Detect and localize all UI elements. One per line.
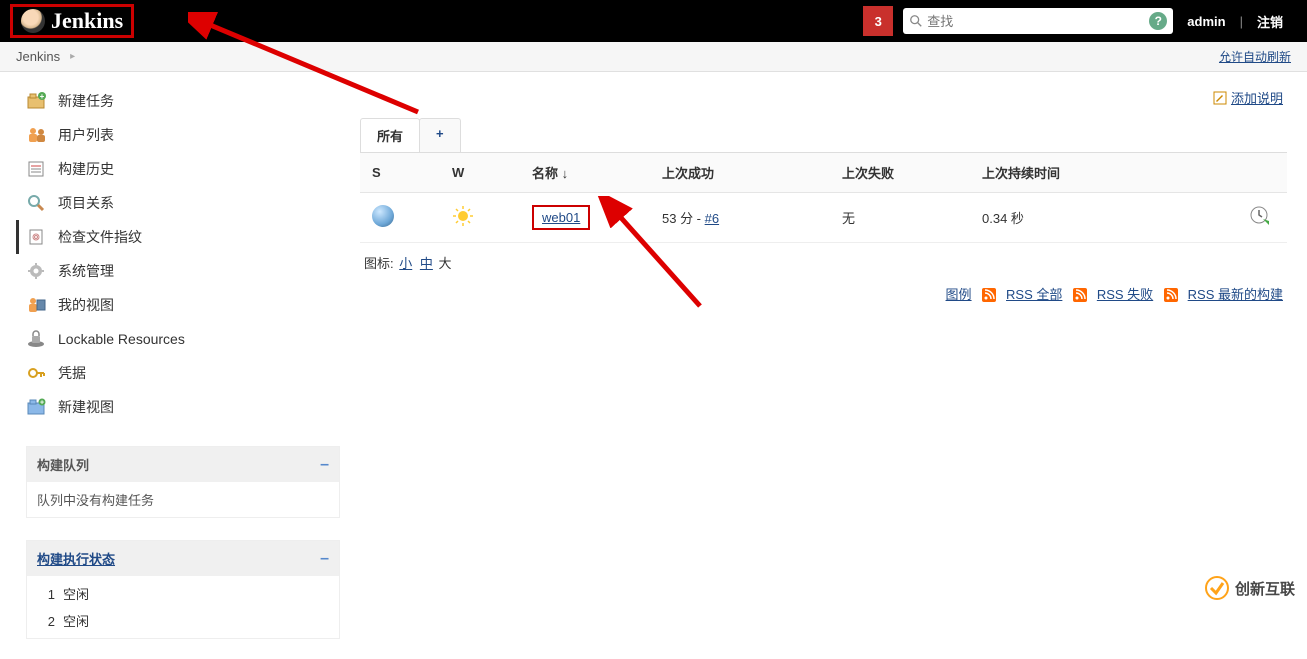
tab-add-view[interactable]: + (419, 118, 461, 152)
sidebar-item-project-rel[interactable]: 项目关系 (26, 186, 340, 220)
icon-size-legend: 图标: 小 中 大 (360, 243, 1287, 276)
search-input[interactable] (927, 14, 1137, 29)
jobs-table: S W 名称 ↓ 上次成功 上次失败 上次持续时间 (360, 153, 1287, 243)
rss-icon (1073, 288, 1087, 302)
search-box[interactable]: ? (903, 8, 1173, 34)
sidebar-item-people[interactable]: 用户列表 (26, 118, 340, 152)
build-queue-pane: 构建队列 – 队列中没有构建任务 (26, 446, 340, 518)
sidebar-item-label: 系统管理 (58, 261, 114, 281)
people-icon (26, 125, 48, 145)
sidebar-item-my-views[interactable]: 我的视图 (26, 288, 340, 322)
sidebar-item-credentials[interactable]: 凭据 (26, 356, 340, 390)
collapse-icon[interactable]: – (320, 550, 329, 568)
job-link-highlight: web01 (532, 205, 590, 230)
status-ball-icon (372, 205, 394, 227)
last-duration-cell: 0.34 秒 (970, 192, 1237, 242)
col-last-duration[interactable]: 上次持续时间 (970, 153, 1237, 193)
new-item-icon: + (26, 91, 48, 111)
sidebar-item-label: Lockable Resources (58, 331, 185, 347)
weather-sunny-icon (452, 205, 474, 227)
pencil-icon (1213, 91, 1227, 105)
last-failure-cell: 无 (830, 192, 970, 242)
breadcrumb-bar: Jenkins ▸ 允许自动刷新 (0, 42, 1307, 72)
history-icon (26, 159, 48, 179)
executors-title[interactable]: 构建执行状态 (37, 549, 115, 568)
my-views-icon (26, 295, 48, 315)
col-last-failure[interactable]: 上次失败 (830, 153, 970, 193)
rss-fail-link[interactable]: RSS 失败 (1097, 287, 1153, 302)
logout-link[interactable]: 注销 (1257, 12, 1283, 31)
sidebar-item-label: 用户列表 (58, 125, 114, 145)
rss-latest-link[interactable]: RSS 最新的构建 (1188, 287, 1283, 302)
sidebar-item-label: 检查文件指纹 (58, 227, 142, 247)
add-description-link[interactable]: 添加说明 (1213, 88, 1283, 107)
table-header-row: S W 名称 ↓ 上次成功 上次失败 上次持续时间 (360, 153, 1287, 193)
executor-row: 1空闲 (29, 580, 337, 607)
watermark-icon (1205, 576, 1229, 600)
logo-text: Jenkins (51, 8, 123, 34)
jenkins-head-icon (21, 9, 45, 33)
auto-refresh-link[interactable]: 允许自动刷新 (1219, 48, 1291, 65)
last-success-cell: 53 分 - #6 (650, 192, 830, 242)
chevron-right-icon: ▸ (70, 51, 75, 62)
top-header: Jenkins 3 ? admin | 注销 (0, 0, 1307, 42)
sidebar-item-label: 新建任务 (58, 91, 114, 111)
watermark: 创新互联 (1205, 576, 1295, 600)
jenkins-logo[interactable]: Jenkins (10, 4, 134, 38)
svg-text:+: + (40, 92, 45, 101)
sidebar-item-new-view[interactable]: + 新建视图 (26, 390, 340, 424)
col-last-success[interactable]: 上次成功 (650, 153, 830, 193)
divider: | (1240, 14, 1243, 29)
col-name[interactable]: 名称 ↓ (520, 153, 650, 193)
icon-size-large: 大 (439, 256, 452, 271)
rss-icon (1164, 288, 1178, 302)
tab-all[interactable]: 所有 (360, 118, 420, 152)
build-queue-title: 构建队列 (37, 455, 89, 474)
legend-link[interactable]: 图例 (946, 287, 972, 302)
main-content: 添加说明 所有 + S W 名称 ↓ 上次成功 上次失败 上次持续时间 (360, 72, 1307, 659)
sidebar-item-fingerprint[interactable]: 检查文件指纹 (16, 220, 340, 254)
collapse-icon[interactable]: – (320, 456, 329, 474)
rss-icon (982, 288, 996, 302)
search-rel-icon (26, 193, 48, 213)
help-icon[interactable]: ? (1149, 12, 1167, 30)
username-link[interactable]: admin (1187, 14, 1225, 29)
key-icon (26, 363, 48, 383)
sidebar-item-new-item[interactable]: + 新建任务 (26, 84, 340, 118)
rss-all-link[interactable]: RSS 全部 (1006, 287, 1062, 302)
table-row: web01 53 分 - #6 无 0.34 秒 (360, 192, 1287, 242)
side-tasks: + 新建任务 用户列表 构建历史 项目关系 检查文件指纹 系统管理 我的视图 Lo… (26, 84, 340, 424)
sidebar-item-label: 凭据 (58, 363, 86, 383)
icon-size-medium[interactable]: 中 (420, 256, 433, 271)
job-link[interactable]: web01 (542, 210, 580, 225)
view-tabs: 所有 + (360, 118, 1287, 153)
lock-icon (26, 329, 48, 349)
sidebar-item-lockable[interactable]: Lockable Resources (26, 322, 340, 356)
feed-links: 图例 RSS 全部 RSS 失败 RSS 最新的构建 (360, 276, 1287, 311)
sidebar-item-label: 构建历史 (58, 159, 114, 179)
build-queue-empty: 队列中没有构建任务 (27, 482, 339, 517)
sidebar-item-label: 新建视图 (58, 397, 114, 417)
side-panel: + 新建任务 用户列表 构建历史 项目关系 检查文件指纹 系统管理 我的视图 Lo… (0, 72, 360, 659)
sidebar-item-label: 我的视图 (58, 295, 114, 315)
col-status[interactable]: S (360, 153, 440, 193)
breadcrumb-root[interactable]: Jenkins (16, 49, 60, 64)
executors-pane: 构建执行状态 – 1空闲 2空闲 (26, 540, 340, 639)
sidebar-item-build-history[interactable]: 构建历史 (26, 152, 340, 186)
fingerprint-icon (26, 227, 48, 247)
col-weather[interactable]: W (440, 153, 520, 193)
folder-plus-icon: + (26, 397, 48, 417)
sidebar-item-label: 项目关系 (58, 193, 114, 213)
build-link[interactable]: #6 (705, 211, 719, 226)
sidebar-item-manage[interactable]: 系统管理 (26, 254, 340, 288)
notification-badge[interactable]: 3 (863, 6, 893, 36)
search-icon (909, 14, 923, 28)
schedule-build-icon[interactable] (1249, 205, 1271, 227)
icon-size-small[interactable]: 小 (399, 256, 412, 271)
svg-text:+: + (40, 400, 44, 407)
gear-icon (26, 261, 48, 281)
executor-row: 2空闲 (29, 607, 337, 634)
